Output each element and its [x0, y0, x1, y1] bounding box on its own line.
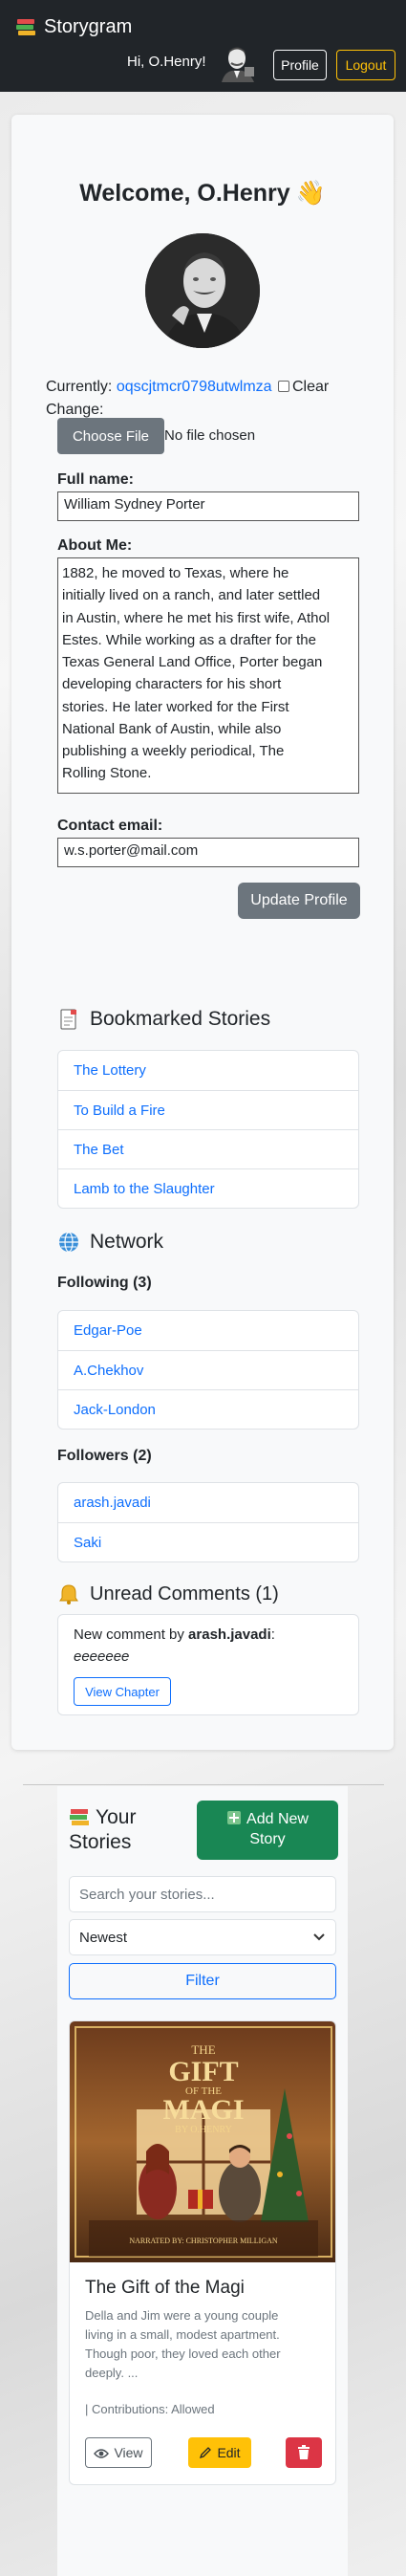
- full-name-label: Full name:: [57, 471, 135, 488]
- nav-avatar: [218, 44, 260, 82]
- follower-item[interactable]: arash.javadi: [58, 1483, 358, 1522]
- edit-story-button[interactable]: Edit: [188, 2437, 251, 2468]
- waving-hand-icon: 👋: [295, 180, 326, 207]
- change-label: Change:: [46, 402, 104, 418]
- following-heading: Following (3): [57, 1275, 152, 1291]
- comment-author: arash.javadi: [188, 1626, 271, 1643]
- story-card: THE GIFT OF THE MAGI BY O.HENRY NARRATED…: [69, 2020, 336, 2485]
- about-label: About Me:: [57, 537, 133, 554]
- network-heading: Network: [57, 1231, 163, 1254]
- comment-line: New comment by arash.javadi:: [74, 1626, 275, 1643]
- email-input[interactable]: w.s.porter@mail.com: [57, 838, 359, 867]
- following-item[interactable]: A.Chekhov: [58, 1350, 358, 1389]
- cover-title-1: THE: [191, 2042, 215, 2057]
- bookmark-item[interactable]: To Build a Fire: [58, 1090, 358, 1129]
- comment-text: eeeeeee: [74, 1648, 130, 1665]
- sort-select[interactable]: Newest: [69, 1919, 336, 1955]
- followers-list: arash.javadi Saki: [57, 1482, 359, 1562]
- brand-name: Storygram: [44, 15, 133, 37]
- cover-title-4: MAGI: [163, 2094, 245, 2126]
- bookmark-item[interactable]: The Bet: [58, 1129, 358, 1168]
- choose-file-button[interactable]: Choose File: [57, 418, 164, 454]
- view-story-button[interactable]: View: [85, 2437, 152, 2468]
- cover-narrator: NARRATED BY: CHRISTOPHER MILLIGAN: [129, 2237, 278, 2245]
- books-icon: [69, 1808, 90, 1827]
- update-profile-button[interactable]: Update Profile: [238, 883, 360, 919]
- navbar: Storygram Hi, O.Henry! Profile Logout: [0, 0, 406, 92]
- chevron-down-icon: [312, 1930, 326, 1946]
- story-title[interactable]: The Gift of the Magi: [85, 2278, 245, 2299]
- follower-item[interactable]: Saki: [58, 1522, 358, 1561]
- full-name-input[interactable]: William Sydney Porter: [57, 491, 359, 521]
- no-file-text: No file chosen: [164, 427, 256, 444]
- cover-author: BY O.HENRY: [175, 2125, 232, 2135]
- story-cover[interactable]: THE GIFT OF THE MAGI BY O.HENRY NARRATED…: [70, 2021, 335, 2262]
- books-icon: [15, 16, 36, 37]
- story-search-input[interactable]: Search your stories...: [69, 1876, 336, 1912]
- add-story-button[interactable]: Add New Story: [197, 1801, 338, 1860]
- following-item[interactable]: Jack-London: [58, 1389, 358, 1429]
- about-textarea[interactable]: 1882, he moved to Texas, where he initia…: [57, 557, 359, 794]
- eye-icon: [94, 2447, 110, 2458]
- comments-heading: Unread Comments (1): [57, 1583, 279, 1605]
- profile-avatar: [145, 233, 260, 348]
- brand[interactable]: Storygram: [15, 13, 132, 40]
- pencil-icon: [199, 2446, 212, 2459]
- comment-card: New comment by arash.javadi: eeeeeee Vie…: [57, 1614, 359, 1715]
- story-meta: | Contributions: Allowed: [85, 2402, 215, 2416]
- current-photo-row: Currently: oqscjtmcr0798utwlmza Clear: [46, 379, 330, 395]
- delete-story-button[interactable]: [286, 2437, 322, 2468]
- email-label: Contact email:: [57, 818, 163, 834]
- stories-heading: Your Stories: [69, 1806, 137, 1854]
- following-list: Edgar-Poe A.Chekhov Jack-London: [57, 1310, 359, 1430]
- profile-button[interactable]: Profile: [273, 50, 327, 80]
- globe-icon: [57, 1231, 80, 1254]
- bookmarks-heading: Bookmarked Stories: [57, 1008, 270, 1031]
- bell-icon: [57, 1583, 80, 1605]
- bookmark-item[interactable]: Lamb to the Slaughter: [58, 1168, 358, 1208]
- logout-button[interactable]: Logout: [336, 50, 395, 80]
- following-item[interactable]: Edgar-Poe: [58, 1311, 358, 1350]
- welcome-heading: Welcome, O.Henry 👋: [79, 180, 326, 207]
- bookmarks-list: The Lottery To Build a Fire The Bet Lamb…: [57, 1050, 359, 1209]
- user-greeting: Hi, O.Henry!: [127, 54, 206, 70]
- bookmark-tabs-icon: [57, 1008, 80, 1031]
- filter-button[interactable]: Filter: [69, 1963, 336, 1999]
- clear-checkbox[interactable]: [278, 380, 289, 392]
- story-description: Della and Jim were a young couple living…: [85, 2308, 281, 2381]
- trash-icon: [297, 2445, 310, 2460]
- bookmark-item[interactable]: The Lottery: [58, 1051, 358, 1090]
- followers-heading: Followers (2): [57, 1448, 152, 1464]
- section-divider: [23, 1784, 384, 1785]
- cover-title-2: GIFT: [168, 2056, 238, 2087]
- current-photo-link[interactable]: oqscjtmcr0798utwlmza: [117, 379, 272, 395]
- view-chapter-button[interactable]: View Chapter: [74, 1677, 171, 1706]
- clear-label: Clear: [292, 379, 330, 395]
- plus-icon: [226, 1810, 242, 1825]
